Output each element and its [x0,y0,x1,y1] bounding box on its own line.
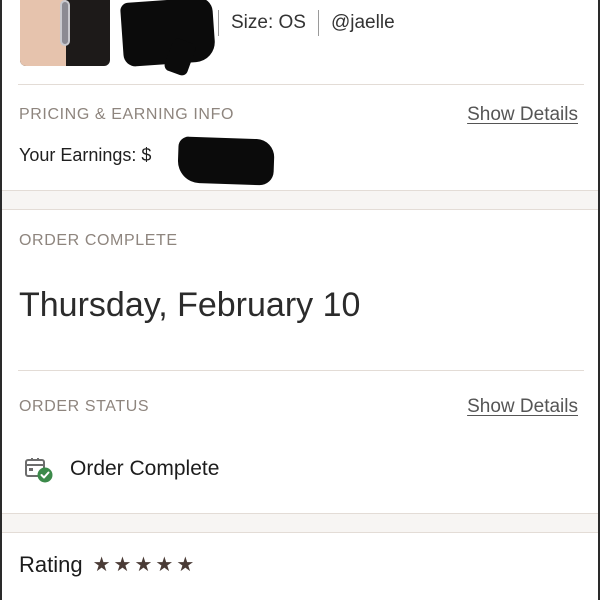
pricing-show-details-link[interactable]: Show Details [467,104,578,126]
item-thumbnail[interactable] [20,0,110,66]
seller-username[interactable]: @jaelle [319,12,395,34]
pricing-section-title: PRICING & EARNING INFO [19,106,234,123]
your-earnings: Your Earnings: $ [19,145,152,165]
rating-stars: ★ ★ ★ ★ ★ [93,555,198,575]
rating-row: Rating ★ ★ ★ ★ ★ [19,552,197,578]
star-icon: ★ [134,554,153,576]
status-show-details-link[interactable]: Show Details [467,396,578,418]
star-icon: ★ [113,554,132,576]
item-header: Size: OS @jaelle [18,0,588,84]
section-gap [2,513,598,533]
order-complete-date: Thursday, February 10 [19,286,361,324]
item-meta: Size: OS @jaelle [218,10,395,36]
section-gap [2,190,598,210]
order-status-section-title: ORDER STATUS [19,398,150,415]
divider [18,370,584,371]
star-icon: ★ [176,554,195,576]
order-detail-screen: Size: OS @jaelle PRICING & EARNING INFO … [0,0,600,600]
star-icon: ★ [155,554,174,576]
redacted-earnings-amount [177,136,275,186]
package-check-icon [24,454,54,484]
rating-label: Rating [19,552,83,577]
divider [18,84,584,85]
star-icon: ★ [92,554,111,576]
item-size: Size: OS [231,12,306,33]
order-status-text: Order Complete [70,457,220,480]
order-status-row: Order Complete [24,452,219,486]
order-complete-section-title: ORDER COMPLETE [19,232,178,249]
